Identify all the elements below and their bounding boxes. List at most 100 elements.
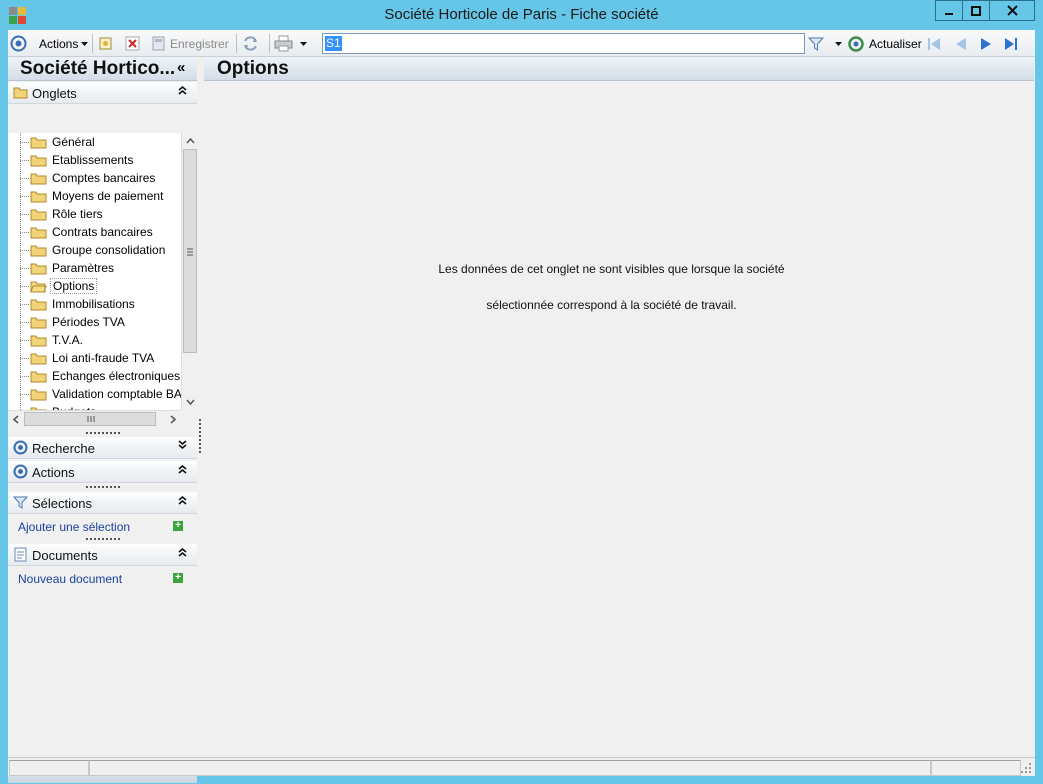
last-record-button[interactable] — [1004, 33, 1019, 54]
actions-menu-button[interactable]: Actions — [39, 33, 89, 54]
chevron-down-icon — [81, 41, 89, 46]
double-chevron-left-icon: « — [177, 59, 186, 76]
tree-item[interactable]: Général — [30, 133, 95, 151]
tree-item[interactable]: Budgets — [30, 403, 96, 410]
folder-icon — [30, 155, 47, 166]
double-chevron-up-icon — [178, 546, 187, 560]
previous-record-button[interactable] — [954, 33, 967, 54]
refresh-icon — [848, 35, 864, 52]
tree-horizontal-scrollbar[interactable] — [8, 410, 181, 426]
tree-connector — [20, 250, 29, 251]
onglets-section-header[interactable]: Onglets — [8, 82, 197, 104]
splitter-grip[interactable] — [86, 538, 120, 540]
tree-item[interactable]: Loi anti-fraude TVA — [30, 349, 154, 367]
actions-section-header[interactable]: Actions — [8, 461, 197, 483]
tree-item-label: Moyens de paiement — [52, 189, 164, 203]
tree-connector — [20, 376, 29, 377]
splitter-grip[interactable] — [86, 432, 120, 434]
tree-item-label: Périodes TVA — [52, 315, 125, 329]
new-document-link[interactable]: Nouveau document — [18, 572, 122, 586]
tree-item-label: Groupe consolidation — [52, 243, 166, 257]
tree-item[interactable]: Options — [30, 277, 98, 295]
new-document-plus-icon[interactable]: + — [173, 573, 183, 583]
tree-item-label: Comptes bancaires — [52, 171, 156, 185]
scroll-right-button[interactable] — [165, 411, 181, 427]
folder-icon — [30, 353, 47, 364]
tree-item[interactable]: Comptes bancaires — [30, 169, 155, 187]
toolbar-separator — [92, 34, 93, 53]
new-button[interactable] — [98, 33, 113, 54]
target-icon — [13, 440, 28, 455]
last-icon — [1005, 37, 1017, 50]
title-bar[interactable]: Société Horticole de Paris - Fiche socié… — [0, 0, 1043, 30]
tree-item[interactable]: Validation comptable BA — [30, 385, 182, 403]
left-panel: Société Hortico... « Onglets Général Etab… — [8, 57, 201, 783]
tree-item[interactable]: Paramètres — [30, 259, 114, 277]
application-window: Société Horticole de Paris - Fiche socié… — [0, 0, 1043, 784]
selections-section-header[interactable]: Sélections — [8, 492, 197, 514]
actions-menu-label: Actions — [39, 36, 79, 51]
chevron-up-icon — [185, 138, 195, 144]
folder-icon — [30, 299, 47, 310]
splitter-grip[interactable] — [86, 486, 120, 488]
tree-item[interactable]: Groupe consolidation — [30, 241, 165, 259]
tree-item[interactable]: Contrats bancaires — [30, 223, 153, 241]
add-selection-link[interactable]: Ajouter une sélection — [18, 520, 130, 534]
refresh-button[interactable]: Actualiser — [848, 33, 922, 54]
hscroll-thumb[interactable] — [24, 412, 156, 426]
tree-item[interactable]: T.V.A. — [30, 331, 83, 349]
tree-item-label: Etablissements — [52, 153, 134, 167]
tree-item[interactable]: Périodes TVA — [30, 313, 125, 331]
scroll-thumb[interactable] — [183, 149, 197, 353]
folder-icon — [30, 263, 47, 274]
left-panel-header: Société Hortico... « — [8, 57, 197, 81]
scroll-up-button[interactable] — [182, 133, 198, 149]
print-button[interactable] — [274, 33, 308, 54]
search-field[interactable]: S1 — [322, 33, 805, 54]
actions-circle-button[interactable] — [10, 33, 27, 54]
tree-item-label: Validation comptable BA — [52, 387, 182, 401]
collapse-panel-button[interactable]: « — [177, 59, 185, 76]
recherche-label: Recherche — [32, 441, 95, 456]
refresh-label: Actualiser — [869, 36, 922, 51]
search-input-value[interactable]: S1 — [325, 36, 342, 51]
folder-icon — [30, 245, 47, 256]
save-icon — [152, 36, 165, 51]
next-record-button[interactable] — [980, 33, 993, 54]
actions-label: Actions — [32, 465, 75, 480]
sync-button[interactable] — [242, 33, 259, 54]
close-button[interactable] — [989, 0, 1035, 21]
tree-connector — [20, 196, 29, 197]
page-title: Options — [217, 58, 289, 79]
tree-vertical-scrollbar[interactable] — [181, 133, 197, 410]
scroll-down-button[interactable] — [182, 394, 198, 410]
recherche-section-header[interactable]: Recherche — [8, 437, 197, 459]
folder-icon — [30, 335, 47, 346]
tree-connector — [20, 214, 29, 215]
left-panel-title: Société Hortico... — [20, 58, 176, 79]
first-record-button[interactable] — [927, 33, 942, 54]
tree-item[interactable]: Etablissements — [30, 151, 133, 169]
chevron-right-icon — [170, 414, 176, 424]
add-selection-plus-icon[interactable]: + — [173, 521, 183, 531]
scroll-left-button[interactable] — [8, 411, 24, 427]
tree-connector — [20, 394, 29, 395]
vertical-splitter-grip[interactable] — [199, 419, 201, 453]
tree-item[interactable]: Immobilisations — [30, 295, 135, 313]
tree-item[interactable]: Moyens de paiement — [30, 187, 163, 205]
resize-grip-icon[interactable] — [1020, 762, 1032, 774]
delete-button[interactable] — [125, 33, 140, 54]
maximize-button[interactable] — [962, 0, 990, 21]
onglets-tree[interactable]: Général Etablissements Comptes bancaires Mo… — [8, 133, 197, 410]
close-icon — [1006, 5, 1018, 16]
minimize-button[interactable] — [935, 0, 963, 21]
save-button[interactable]: Enregistrer — [151, 33, 229, 54]
info-message-line2: sélectionnée correspond à la société de … — [486, 298, 737, 312]
tree-item[interactable]: Echanges électroniques — [30, 367, 180, 385]
documents-section-header[interactable]: Documents — [8, 544, 197, 566]
tree-connector — [20, 358, 29, 359]
filter-button[interactable] — [808, 33, 843, 54]
chevron-down-icon — [835, 41, 842, 46]
new-document-icon — [99, 37, 112, 50]
tree-item[interactable]: Rôle tiers — [30, 205, 103, 223]
